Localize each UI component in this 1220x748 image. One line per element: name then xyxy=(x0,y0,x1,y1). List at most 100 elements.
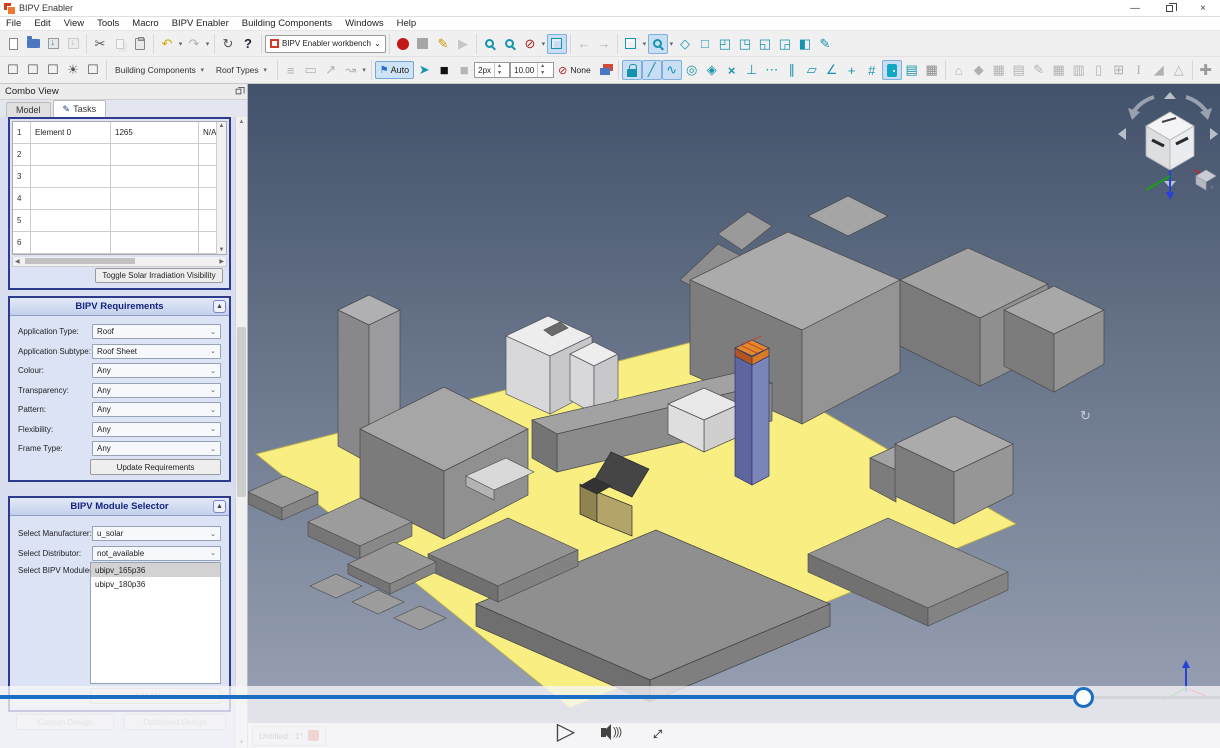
menu-macro[interactable]: Macro xyxy=(132,18,158,29)
distributor-select[interactable]: not_available⌄ xyxy=(92,546,221,561)
menu-view[interactable]: View xyxy=(64,18,84,29)
view-right-icon[interactable]: ◳ xyxy=(735,34,755,54)
cell-value[interactable] xyxy=(111,188,199,209)
steps-tool-icon[interactable]: ▤ xyxy=(902,60,922,80)
block-tool-icon[interactable]: ▱ xyxy=(802,60,822,80)
menu-building-components[interactable]: Building Components xyxy=(242,18,332,29)
selection-view-icon[interactable] xyxy=(547,34,567,54)
share-icon[interactable]: ↝ xyxy=(341,60,361,80)
nav-back-icon[interactable]: ← xyxy=(574,34,594,54)
nav-forward-icon[interactable]: → xyxy=(594,34,614,54)
redo-icon[interactable]: ↷ xyxy=(184,34,204,54)
arch-pen-icon[interactable]: ✎ xyxy=(1029,60,1049,80)
arch-panel-icon[interactable]: ▯ xyxy=(1089,60,1109,80)
cell-element[interactable] xyxy=(31,144,111,165)
building-components-dropdown[interactable]: Building Components ▾ xyxy=(110,61,211,79)
group-icon[interactable]: ▭ xyxy=(301,60,321,80)
zoom-region-icon[interactable] xyxy=(648,34,668,54)
toggle-solar-irradiation-button[interactable]: Toggle Solar Irradiation Visibility xyxy=(95,268,223,283)
restore-button[interactable] xyxy=(1152,0,1186,17)
cell-value[interactable] xyxy=(111,166,199,187)
grid-toggle-icon[interactable]: # xyxy=(862,60,882,80)
menu-bipv-enabler[interactable]: BIPV Enabler xyxy=(172,18,229,29)
arch-ibeam-icon[interactable]: I xyxy=(1129,60,1149,80)
arch-wall-icon[interactable]: ▥ xyxy=(1069,60,1089,80)
measure-icon[interactable]: ✎ xyxy=(815,34,835,54)
draw-style-caret-icon[interactable]: ▾ xyxy=(540,40,547,48)
scroll-up-icon[interactable]: ▲ xyxy=(236,119,247,125)
menu-help[interactable]: Help xyxy=(397,18,417,29)
cell-element[interactable] xyxy=(31,210,111,231)
seekbar-handle[interactable] xyxy=(1073,687,1094,708)
arch-fence-icon[interactable]: ▦ xyxy=(1049,60,1069,80)
diamond-tool-icon[interactable]: ◈ xyxy=(702,60,722,80)
arch-ramp-icon[interactable]: ◢ xyxy=(1149,60,1169,80)
element-table[interactable]: 1 Element 0 1265 N/A 2 3 4 xyxy=(12,121,227,255)
refresh-icon[interactable]: ↻ xyxy=(218,34,238,54)
zoom-region-caret-icon[interactable]: ▾ xyxy=(668,40,675,48)
seekbar-remaining[interactable] xyxy=(1094,696,1220,699)
float-panel-icon[interactable] xyxy=(236,89,242,95)
cell-element[interactable] xyxy=(31,188,111,209)
lock-constraint-icon[interactable] xyxy=(622,60,642,80)
new-document-icon[interactable] xyxy=(3,34,23,54)
add-point-icon[interactable]: + xyxy=(842,60,862,80)
requirements-header[interactable]: BIPV Requirements ▲ xyxy=(10,298,229,316)
pin-tool-icon[interactable]: ╱ xyxy=(642,60,662,80)
list-item-module[interactable]: ubipv_165p36 xyxy=(91,563,220,577)
arch-slab-icon[interactable]: ◆ xyxy=(969,60,989,80)
workbench-selector[interactable]: BIPV Enabler workbench ⌄ xyxy=(265,35,386,53)
manufacturer-select[interactable]: u_solar⌄ xyxy=(92,526,221,541)
auto-plane-toggle[interactable]: ⚑ Auto xyxy=(375,61,414,79)
cell-value[interactable] xyxy=(111,210,199,231)
collapse-icon[interactable]: ▲ xyxy=(213,500,226,513)
collapse-icon[interactable]: ▲ xyxy=(213,300,226,313)
arch-building-icon[interactable]: ⌂ xyxy=(949,60,969,80)
plane-arrow-icon[interactable]: ➤ xyxy=(414,60,434,80)
view-bottom-icon[interactable]: ◲ xyxy=(775,34,795,54)
tasks-scrollbar[interactable]: ▲ ▼ xyxy=(235,117,247,748)
menu-windows[interactable]: Windows xyxy=(345,18,384,29)
cell-value[interactable]: 1265 xyxy=(111,122,199,143)
layers-icon[interactable] xyxy=(595,60,615,80)
fit-all-icon[interactable] xyxy=(480,34,500,54)
minimize-button[interactable]: — xyxy=(1118,0,1152,17)
application-type-select[interactable]: Roof⌄ xyxy=(92,324,221,339)
line-width-spinner[interactable]: 2px ▲▼ xyxy=(474,62,510,78)
frame-type-select[interactable]: Any⌄ xyxy=(92,441,221,456)
table-hscrollbar[interactable]: ◀▶ xyxy=(12,257,227,267)
macro-record-icon[interactable] xyxy=(393,34,413,54)
hscroll-thumb[interactable] xyxy=(25,258,135,264)
transparency-select[interactable]: Any⌄ xyxy=(92,383,221,398)
view-top-icon[interactable]: ◰ xyxy=(715,34,735,54)
close-button[interactable]: × xyxy=(1186,0,1220,17)
export-icon[interactable]: ↗ xyxy=(321,60,341,80)
cell-element[interactable]: Element 0 xyxy=(31,122,111,143)
sun-path-icon[interactable]: ☀ xyxy=(63,60,83,80)
paste-icon[interactable] xyxy=(130,34,150,54)
table-row[interactable]: 1 Element 0 1265 N/A xyxy=(13,122,226,144)
play-button[interactable]: ▷ xyxy=(552,716,580,746)
move-tool-icon[interactable]: ✚ xyxy=(1196,60,1216,80)
arch-frame-icon[interactable]: ⊞ xyxy=(1109,60,1129,80)
structure-cube2-icon[interactable]: ☐ xyxy=(23,60,43,80)
seekbar-played[interactable] xyxy=(0,695,1073,699)
perpendicular-tool-icon[interactable]: ⊥ xyxy=(742,60,762,80)
table-row[interactable]: 3 xyxy=(13,166,226,188)
undo-caret-icon[interactable]: ▾ xyxy=(177,40,184,48)
spline-tool-icon[interactable]: ∿ xyxy=(662,60,682,80)
table-vscrollbar[interactable]: ▲▼ xyxy=(216,122,226,254)
menu-tools[interactable]: Tools xyxy=(97,18,119,29)
arch-truss-icon[interactable]: △ xyxy=(1169,60,1189,80)
line-color-swatch[interactable]: ■ xyxy=(434,60,454,80)
menu-file[interactable]: File xyxy=(6,18,21,29)
view-left-icon[interactable]: ◧ xyxy=(795,34,815,54)
more-tools-icon[interactable]: ⋯ xyxy=(762,60,782,80)
text-size-spinner[interactable]: 10.00 ▲▼ xyxy=(510,62,554,78)
clone-icon[interactable]: ≡ xyxy=(281,60,301,80)
view-home-icon[interactable] xyxy=(621,34,641,54)
table-row[interactable]: 5 xyxy=(13,210,226,232)
macro-stop-icon[interactable] xyxy=(413,34,433,54)
save-as-icon[interactable] xyxy=(63,34,83,54)
face-color-swatch[interactable]: ■ xyxy=(454,60,474,80)
